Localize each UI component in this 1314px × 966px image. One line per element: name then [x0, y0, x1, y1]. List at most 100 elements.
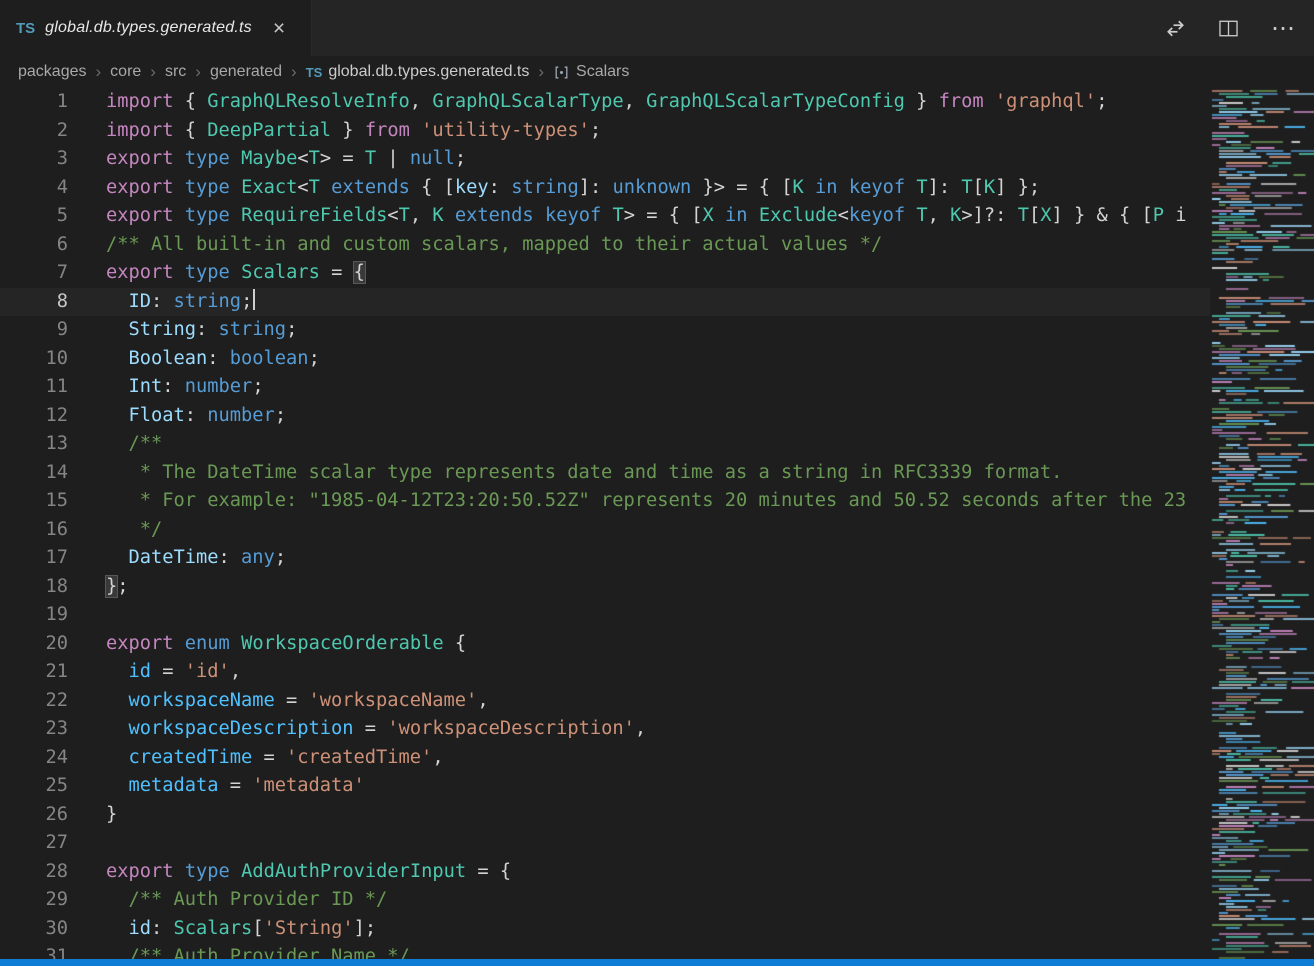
editor-actions: ⋯ — [1165, 0, 1314, 56]
more-actions-icon[interactable]: ⋯ — [1271, 14, 1296, 43]
code-line-text: /** — [106, 430, 162, 459]
line-number[interactable]: 4 — [0, 174, 68, 203]
breadcrumb-item-packages[interactable]: packages — [18, 63, 87, 81]
code-line[interactable]: 24 createdTime = 'createdTime', — [0, 744, 1210, 773]
code-area[interactable]: 1import { GraphQLResolveInfo, GraphQLSca… — [0, 88, 1210, 966]
code-line-text: */ — [106, 516, 162, 545]
tab-close-icon[interactable]: × — [270, 18, 288, 39]
open-changes-icon[interactable] — [1165, 18, 1186, 39]
code-line[interactable]: 14 * The DateTime scalar type represents… — [0, 459, 1210, 488]
code-line[interactable]: 20 export enum WorkspaceOrderable { — [0, 630, 1210, 659]
line-number[interactable]: 7 — [0, 259, 68, 288]
code-line[interactable]: 22 workspaceName = 'workspaceName', — [0, 687, 1210, 716]
breadcrumb-item-core[interactable]: core — [110, 63, 141, 81]
code-line[interactable]: 5export type RequireFields<T, K extends … — [0, 202, 1210, 231]
code-line[interactable]: 25 metadata = 'metadata' — [0, 772, 1210, 801]
line-number[interactable]: 3 — [0, 145, 68, 174]
code-line-text: /** All built-in and custom scalars, map… — [106, 231, 882, 260]
line-number[interactable]: 11 — [0, 373, 68, 402]
code-line-text: export enum WorkspaceOrderable { — [106, 630, 466, 659]
code-line[interactable]: 27 — [0, 829, 1210, 858]
line-number[interactable]: 29 — [0, 886, 68, 915]
split-editor-icon[interactable] — [1218, 18, 1239, 39]
line-number[interactable]: 23 — [0, 715, 68, 744]
code-line[interactable]: 2import { DeepPartial } from 'utility-ty… — [0, 117, 1210, 146]
code-line[interactable]: 1import { GraphQLResolveInfo, GraphQLSca… — [0, 88, 1210, 117]
code-line-text: export type Exact<T extends { [key: stri… — [106, 174, 1040, 203]
line-number[interactable]: 8 — [0, 288, 68, 317]
line-number[interactable]: 18 — [0, 573, 68, 602]
code-line[interactable]: 18}; — [0, 573, 1210, 602]
status-bar-strip — [0, 959, 1314, 966]
line-number[interactable]: 20 — [0, 630, 68, 659]
code-line-text: } — [106, 801, 117, 830]
line-number[interactable]: 12 — [0, 402, 68, 431]
line-number[interactable]: 2 — [0, 117, 68, 146]
line-number[interactable]: 26 — [0, 801, 68, 830]
line-number[interactable]: 28 — [0, 858, 68, 887]
code-line[interactable]: 15 * For example: "1985-04-12T23:20:50.5… — [0, 487, 1210, 516]
code-line[interactable]: 3 export type Maybe<T> = T | null; — [0, 145, 1210, 174]
line-number[interactable]: 16 — [0, 516, 68, 545]
line-number[interactable]: 6 — [0, 231, 68, 260]
code-line[interactable]: 29 /** Auth Provider ID */ — [0, 886, 1210, 915]
line-number[interactable]: 15 — [0, 487, 68, 516]
breadcrumb: packages›core›src›generated›TSglobal.db.… — [0, 56, 1314, 88]
code-line[interactable]: 26} — [0, 801, 1210, 830]
code-line-text: id: Scalars['String']; — [106, 915, 376, 944]
breadcrumb-item-src[interactable]: src — [165, 63, 186, 81]
symbol-type-icon — [553, 64, 570, 81]
code-line-text: createdTime = 'createdTime', — [106, 744, 444, 773]
code-line[interactable]: 17 DateTime: any; — [0, 544, 1210, 573]
line-number[interactable]: 17 — [0, 544, 68, 573]
code-line[interactable]: 13 /** — [0, 430, 1210, 459]
tab-title: global.db.types.generated.ts — [45, 19, 252, 37]
code-line[interactable]: 21 id = 'id', — [0, 658, 1210, 687]
code-line[interactable]: 30 id: Scalars['String']; — [0, 915, 1210, 944]
code-line-text: export type Maybe<T> = T | null; — [106, 145, 466, 174]
minimap[interactable] — [1210, 88, 1314, 966]
editor: 1import { GraphQLResolveInfo, GraphQLSca… — [0, 88, 1314, 966]
typescript-file-icon: TS — [16, 20, 35, 37]
text-cursor — [253, 289, 255, 310]
code-line[interactable]: 12 Float: number; — [0, 402, 1210, 431]
code-line[interactable]: 6 /** All built-in and custom scalars, ma… — [0, 231, 1210, 260]
typescript-file-icon: TS — [306, 65, 323, 80]
code-line[interactable]: 28 export type AddAuthProviderInput = { — [0, 858, 1210, 887]
code-line-text: workspaceDescription = 'workspaceDescrip… — [106, 715, 646, 744]
code-line[interactable]: 4 export type Exact<T extends { [key: str… — [0, 174, 1210, 203]
line-number[interactable]: 30 — [0, 915, 68, 944]
breadcrumb-file[interactable]: TSglobal.db.types.generated.ts — [306, 63, 530, 81]
code-line[interactable]: 11 Int: number; — [0, 373, 1210, 402]
tab-global-db-types-generated[interactable]: TS global.db.types.generated.ts × — [0, 0, 312, 56]
line-number[interactable]: 13 — [0, 430, 68, 459]
code-line[interactable]: 16 */ — [0, 516, 1210, 545]
code-line[interactable]: 7export type Scalars = { — [0, 259, 1210, 288]
line-number[interactable]: 25 — [0, 772, 68, 801]
code-line[interactable]: 8 ID: string; — [0, 288, 1210, 317]
code-line-text: /** Auth Provider ID */ — [106, 886, 387, 915]
line-number[interactable]: 1 — [0, 88, 68, 117]
breadcrumb-separator: › — [538, 62, 544, 82]
code-line-text: metadata = 'metadata' — [106, 772, 365, 801]
line-number[interactable]: 9 — [0, 316, 68, 345]
line-number[interactable]: 22 — [0, 687, 68, 716]
line-number[interactable]: 19 — [0, 601, 68, 630]
breadcrumb-item-generated[interactable]: generated — [210, 63, 282, 81]
line-number[interactable]: 10 — [0, 345, 68, 374]
line-number[interactable]: 27 — [0, 829, 68, 858]
line-number[interactable]: 14 — [0, 459, 68, 488]
code-line-text: * For example: "1985-04-12T23:20:50.52Z"… — [106, 487, 1186, 516]
line-number[interactable]: 21 — [0, 658, 68, 687]
tab-bar: TS global.db.types.generated.ts × ⋯ — [0, 0, 1314, 56]
line-number[interactable]: 24 — [0, 744, 68, 773]
code-line-text: export type AddAuthProviderInput = { — [106, 858, 511, 887]
code-line-text: String: string; — [106, 316, 297, 345]
code-line[interactable]: 9 String: string; — [0, 316, 1210, 345]
code-line[interactable]: 10 Boolean: boolean; — [0, 345, 1210, 374]
code-line[interactable]: 23 workspaceDescription = 'workspaceDesc… — [0, 715, 1210, 744]
code-line[interactable]: 19 — [0, 601, 1210, 630]
breadcrumb-separator: › — [195, 62, 201, 82]
breadcrumb-symbol-scalars[interactable]: Scalars — [553, 63, 629, 81]
line-number[interactable]: 5 — [0, 202, 68, 231]
